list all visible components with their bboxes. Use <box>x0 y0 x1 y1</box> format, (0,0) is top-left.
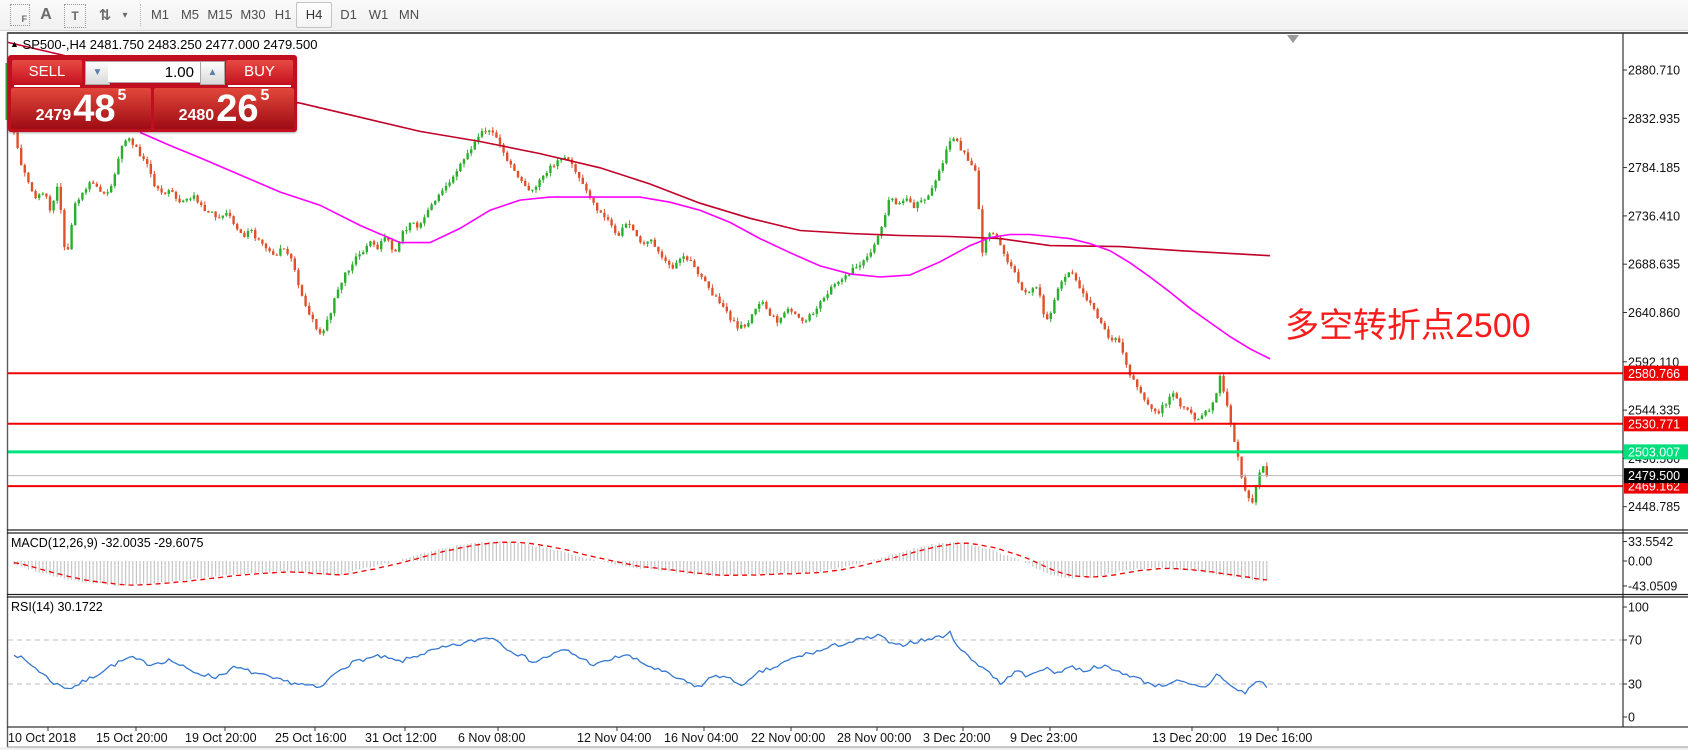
tab-timeframe-M1[interactable]: M1 <box>146 2 174 28</box>
time-tick-label: 15 Oct 20:00 <box>96 731 168 745</box>
time-tick-label: 10 Oct 2018 <box>8 731 76 745</box>
time-tick-label: 22 Nov 00:00 <box>751 731 825 745</box>
sell-button[interactable]: SELL <box>12 60 82 87</box>
time-tick-label: 6 Nov 08:00 <box>458 731 525 745</box>
buy-price-button[interactable]: 2480 26 5 <box>154 87 294 130</box>
buy-price-big: 26 <box>216 88 259 130</box>
price-level-label-text: 2503.007 <box>1628 445 1680 459</box>
time-tick-label: 13 Dec 20:00 <box>1152 731 1226 745</box>
time-tick-label: 19 Oct 20:00 <box>185 731 257 745</box>
time-tick-label: 19 Dec 16:00 <box>1238 731 1312 745</box>
sell-price-sup: 5 <box>117 87 127 104</box>
price-level-label-text: 2530.771 <box>1628 417 1680 431</box>
volume-down-button[interactable]: ▼ <box>85 61 110 85</box>
trade-panel: SELL ▼ ▲ BUY 2479 48 5 2480 26 5 <box>8 55 297 132</box>
price-tick-label: 2688.635 <box>1628 258 1680 272</box>
chevron-down-icon[interactable]: ▾ <box>118 4 132 26</box>
toolbar: F A T ⇅ ▾ M1 M5 M15 M30 H1 H4 D1 W1 MN <box>0 0 1688 31</box>
sell-price-big: 48 <box>73 88 116 130</box>
price-tick-label: 2784.185 <box>1628 161 1680 175</box>
price-level-label-text: 2479.500 <box>1628 469 1680 483</box>
price-tick-label: 2544.335 <box>1628 404 1680 418</box>
tab-timeframe-M15[interactable]: M15 <box>204 2 236 28</box>
sell-price-small: 2479 <box>35 107 72 124</box>
font-a-icon[interactable]: A <box>36 4 56 26</box>
tab-timeframe-M30[interactable]: M30 <box>236 2 270 28</box>
rsi-axis-label: 100 <box>1628 601 1649 615</box>
tab-timeframe-MN[interactable]: MN <box>394 2 424 28</box>
time-tick-label: 9 Dec 23:00 <box>1010 731 1077 745</box>
chart-annotation: 多空转折点2500 <box>1285 307 1531 345</box>
sort-arrows-icon[interactable]: ⇅ <box>94 4 116 26</box>
ohlc-values: 2481.750 2483.250 2477.000 2479.500 <box>89 37 318 52</box>
toolbar-separator <box>140 4 141 26</box>
macd-axis-label: -43.0509 <box>1628 579 1677 593</box>
rsi-axis-label: 0 <box>1628 711 1635 725</box>
buy-price-sup: 5 <box>260 87 270 104</box>
price-level-label-text: 2580.766 <box>1628 367 1680 381</box>
symbol-marker-icon: ▲ <box>10 39 19 49</box>
sell-price-button[interactable]: 2479 48 5 <box>11 87 151 130</box>
macd-label: MACD(12,26,9) -32.0035 -29.6075 <box>11 536 204 550</box>
chart-title: ▲ SP500-,H4 2481.750 2483.250 2477.000 2… <box>10 37 318 52</box>
time-tick-label: 28 Nov 00:00 <box>837 731 911 745</box>
time-tick-label: 3 Dec 20:00 <box>923 731 990 745</box>
price-tick-label: 2880.710 <box>1628 64 1680 78</box>
rsi-axis-label: 70 <box>1628 634 1642 648</box>
time-tick-label: 12 Nov 04:00 <box>577 731 651 745</box>
price-tick-label: 2736.410 <box>1628 209 1680 223</box>
symbol-name: SP500-,H4 <box>22 37 87 52</box>
rsi-label: RSI(14) 30.1722 <box>11 600 103 614</box>
price-tick-label: 2832.935 <box>1628 112 1680 126</box>
macd-axis-label: 0.00 <box>1628 555 1652 569</box>
rsi-axis-label: 30 <box>1628 678 1642 692</box>
tab-timeframe-D1[interactable]: D1 <box>334 2 363 28</box>
time-tick-label: 31 Oct 12:00 <box>365 731 437 745</box>
tab-timeframe-M5[interactable]: M5 <box>176 2 204 28</box>
time-tick-label: 25 Oct 16:00 <box>275 731 347 745</box>
tab-timeframe-H1[interactable]: H1 <box>270 2 296 28</box>
price-tick-label: 2640.860 <box>1628 306 1680 320</box>
grid-template-icon[interactable]: F <box>10 4 30 26</box>
volume-up-button[interactable]: ▲ <box>200 61 225 85</box>
tab-timeframe-H4[interactable]: H4 <box>296 2 332 28</box>
tab-timeframe-W1[interactable]: W1 <box>363 2 394 28</box>
price-tick-label: 2448.785 <box>1628 500 1680 514</box>
buy-price-small: 2480 <box>178 107 215 124</box>
macd-axis-label: 33.5542 <box>1628 535 1673 549</box>
text-label-icon[interactable]: T <box>64 4 86 28</box>
time-tick-label: 16 Nov 04:00 <box>664 731 738 745</box>
